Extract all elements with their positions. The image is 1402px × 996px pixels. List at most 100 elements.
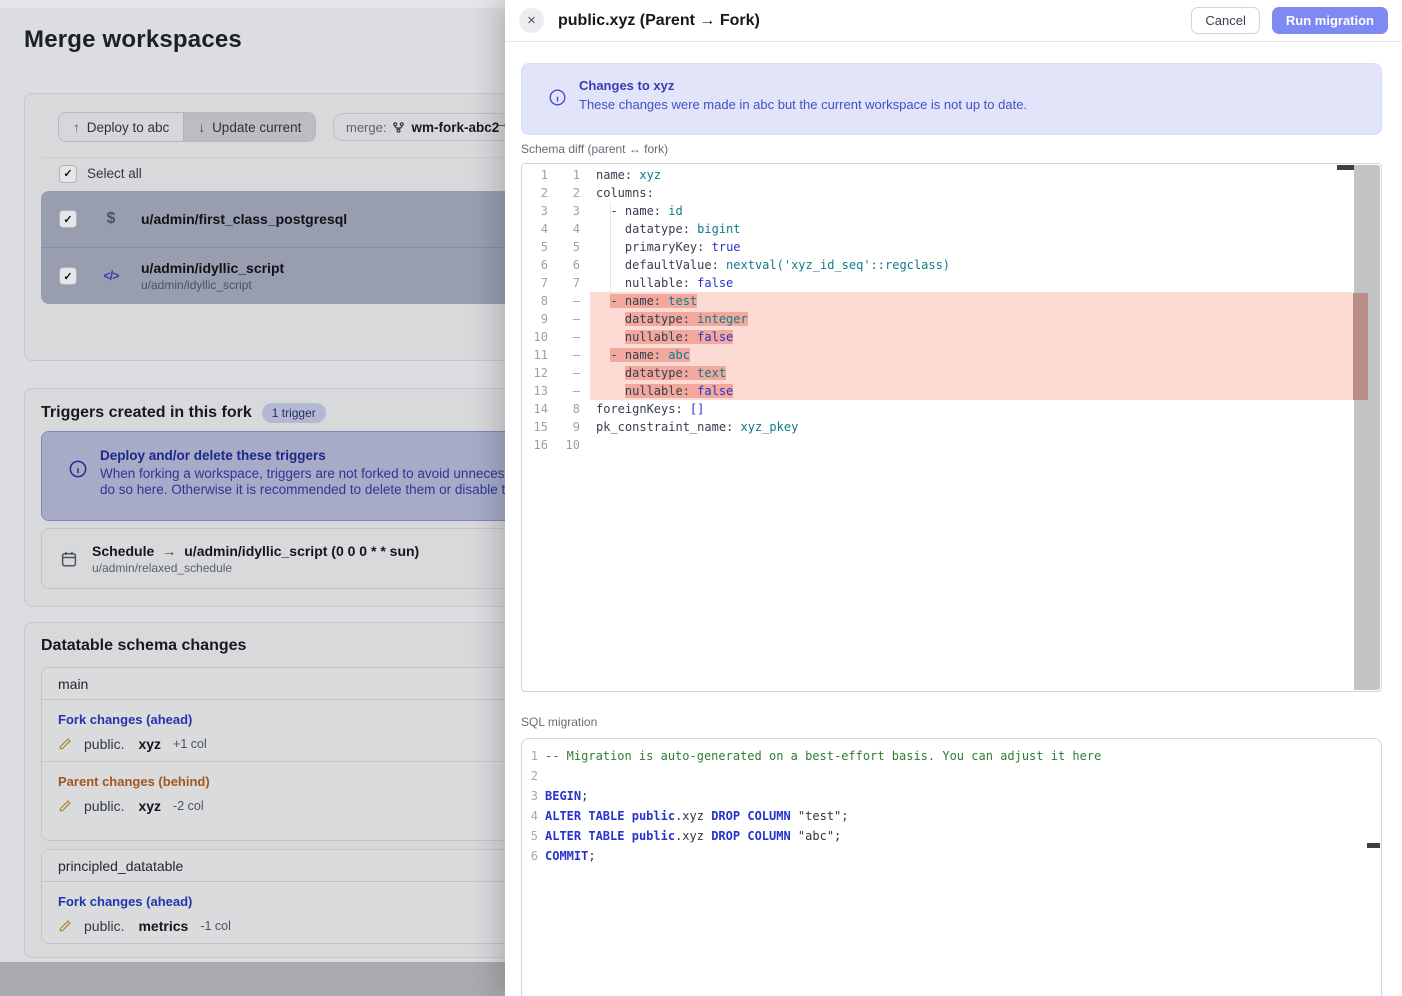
- diff-line: 13– nullable: false: [522, 382, 1381, 400]
- item-text: u/admin/idyllic_scriptu/admin/idyllic_sc…: [141, 260, 284, 292]
- diff-gutter-right: 6: [548, 256, 590, 274]
- item-title: u/admin/first_class_postgresql: [141, 211, 347, 227]
- arrow-up-icon: ↑: [73, 120, 80, 135]
- code-token: nullable:: [625, 384, 690, 398]
- triggers-info-text: Deploy and/or delete these triggers When…: [100, 448, 535, 520]
- diff-code: nullable: false: [590, 274, 1353, 292]
- code-token: -- Migration is auto-generated on a best…: [545, 749, 1101, 763]
- merge-value: wm-fork-abc2: [411, 120, 499, 135]
- sql-line-number: 4: [522, 806, 538, 826]
- diff-overview-ruler[interactable]: [1354, 165, 1380, 690]
- diff-code: - name: abc: [590, 346, 1353, 364]
- diff-code-content: nullable: false: [625, 330, 733, 344]
- code-token: datatype:: [625, 366, 690, 380]
- close-icon[interactable]: ×: [519, 8, 544, 33]
- diff-code: - name: id: [590, 202, 1353, 220]
- diff-gutter-right: 10: [548, 436, 590, 454]
- code-token: - name:: [610, 204, 661, 218]
- drawer-actions: Cancel Run migration: [1191, 7, 1388, 34]
- code-token: public: [632, 829, 675, 843]
- sql-line-number: 1: [522, 746, 538, 766]
- schema-diff-editor[interactable]: 11name: xyz22columns:33 - name: id44 dat…: [521, 163, 1382, 692]
- sql-migration-label: SQL migration: [521, 715, 597, 729]
- diff-gutter-right: 1: [548, 166, 590, 184]
- schedule-arrow-icon: →: [162, 543, 176, 559]
- diff-code: [590, 436, 1353, 454]
- tab-deploy-to-abc[interactable]: ↑ Deploy to abc: [59, 113, 183, 141]
- code-token: foreignKeys:: [596, 402, 683, 416]
- code-token: test: [661, 294, 697, 308]
- changes-banner-body: These changes were made in abc but the c…: [579, 97, 1027, 112]
- code-token: DROP: [711, 809, 740, 823]
- diff-code: nullable: false: [590, 382, 1353, 400]
- diff-gutter-right: 3: [548, 202, 590, 220]
- code-token: "test";: [791, 809, 849, 823]
- code-token: - name:: [610, 348, 661, 362]
- drawer-header: × public.xyz (Parent → Fork) Cancel Run …: [505, 0, 1402, 42]
- code-token: "abc";: [791, 829, 842, 843]
- diff-line: 22columns:: [522, 184, 1381, 202]
- diff-gutter-left: 12: [522, 364, 548, 382]
- diff-code-content: nullable: false: [625, 276, 733, 290]
- code-token: datatype:: [625, 312, 690, 326]
- migration-drawer: × public.xyz (Parent → Fork) Cancel Run …: [505, 0, 1402, 996]
- sql-migration-editor[interactable]: 1 -- Migration is auto-generated on a bes…: [521, 738, 1382, 996]
- drawer-title: public.xyz (Parent → Fork): [558, 12, 760, 30]
- select-all-checkbox[interactable]: ✓: [59, 165, 77, 183]
- change-table: xyz: [138, 798, 161, 814]
- sql-line: 2: [522, 766, 1381, 786]
- info-icon: [68, 459, 88, 479]
- cancel-button[interactable]: Cancel: [1191, 7, 1259, 34]
- diff-gutter-left: 13: [522, 382, 548, 400]
- diff-code-content: nullable: false: [625, 384, 733, 398]
- schedule-subtitle: u/admin/relaxed_schedule: [92, 561, 419, 575]
- diff-gutter-right: –: [548, 328, 590, 346]
- diff-code-content: primaryKey: true: [625, 240, 741, 254]
- item-checkbox[interactable]: ✓: [59, 267, 77, 285]
- code-token: TABLE: [588, 809, 624, 823]
- sql-scrollbar-thumb[interactable]: [1367, 843, 1380, 848]
- code-token: [624, 829, 631, 843]
- diff-gutter-right: –: [548, 292, 590, 310]
- diff-line: 33 - name: id: [522, 202, 1381, 220]
- code-token: abc: [661, 348, 690, 362]
- code-token: public: [632, 809, 675, 823]
- tab-update-current[interactable]: ↓ Update current: [183, 113, 315, 141]
- code-token: xyz: [632, 168, 661, 182]
- sql-line: 6COMMIT;: [522, 846, 1381, 866]
- sql-code: ALTER TABLE public.xyz DROP COLUMN "test…: [545, 806, 849, 826]
- calendar-icon: [60, 550, 78, 568]
- schedule-text: Schedule → u/admin/idyllic_script (0 0 0…: [92, 543, 419, 575]
- diff-code-content: - name: test: [610, 294, 697, 308]
- changes-banner-text: Changes to xyz These changes were made i…: [579, 78, 1027, 134]
- diff-line: 12– datatype: text: [522, 364, 1381, 382]
- item-checkbox[interactable]: ✓: [59, 210, 77, 228]
- diff-gutter-right: 5: [548, 238, 590, 256]
- diff-scrollbar-thumb[interactable]: [1337, 165, 1354, 170]
- triggers-info-line: When forking a workspace, triggers are n…: [100, 466, 535, 482]
- diff-code: columns:: [590, 184, 1353, 202]
- item-title: u/admin/idyllic_script: [141, 260, 284, 276]
- merge-source-select[interactable]: merge: wm-fork-abc2: [333, 113, 512, 141]
- merge-label: merge:: [346, 120, 386, 135]
- triggers-info-title: Deploy and/or delete these triggers: [100, 448, 535, 463]
- info-icon: [548, 88, 567, 107]
- changes-banner: Changes to xyz These changes were made i…: [521, 63, 1382, 135]
- diff-gutter-left: 6: [522, 256, 548, 274]
- sql-line-number: 6: [522, 846, 538, 866]
- code-token: DROP: [711, 829, 740, 843]
- diff-code-content: pk_constraint_name: xyz_pkey: [596, 420, 798, 434]
- select-all-label: Select all: [87, 166, 142, 181]
- diff-line: 10– nullable: false: [522, 328, 1381, 346]
- run-migration-button[interactable]: Run migration: [1272, 7, 1388, 34]
- diff-code: datatype: text: [590, 364, 1353, 382]
- diff-code: nullable: false: [590, 328, 1353, 346]
- code-token: ALTER: [545, 829, 581, 843]
- code-token: defaultValue:: [625, 258, 719, 272]
- diff-gutter-right: 9: [548, 418, 590, 436]
- diff-gutter-right: –: [548, 346, 590, 364]
- diff-line: 66 defaultValue: nextval('xyz_id_seq'::r…: [522, 256, 1381, 274]
- diff-gutter-right: –: [548, 364, 590, 382]
- diff-line: 11name: xyz: [522, 166, 1381, 184]
- code-token: ;: [581, 789, 588, 803]
